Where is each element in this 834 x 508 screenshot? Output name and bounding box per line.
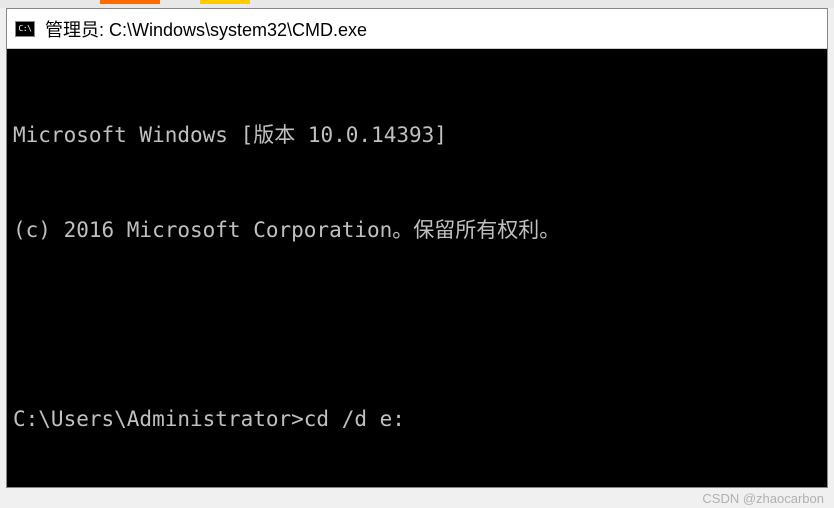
terminal-line: (c) 2016 Microsoft Corporation。保留所有权利。: [13, 215, 821, 247]
top-accent-bar: [0, 0, 834, 8]
cmd-window: C:\ 管理员: C:\Windows\system32\CMD.exe Mic…: [6, 8, 828, 488]
watermark: CSDN @zhaocarbon: [702, 491, 824, 506]
cmd-icon: C:\: [15, 21, 35, 37]
window-title: 管理员: C:\Windows\system32\CMD.exe: [45, 16, 367, 42]
titlebar[interactable]: C:\ 管理员: C:\Windows\system32\CMD.exe: [7, 9, 827, 49]
terminal-line: Microsoft Windows [版本 10.0.14393]: [13, 120, 821, 152]
cmd-icon-text: C:\: [19, 24, 32, 33]
terminal-line: C:\Users\Administrator>cd /d e:: [13, 404, 821, 436]
terminal-line: [13, 309, 821, 341]
terminal-output[interactable]: Microsoft Windows [版本 10.0.14393] (c) 20…: [7, 49, 827, 487]
